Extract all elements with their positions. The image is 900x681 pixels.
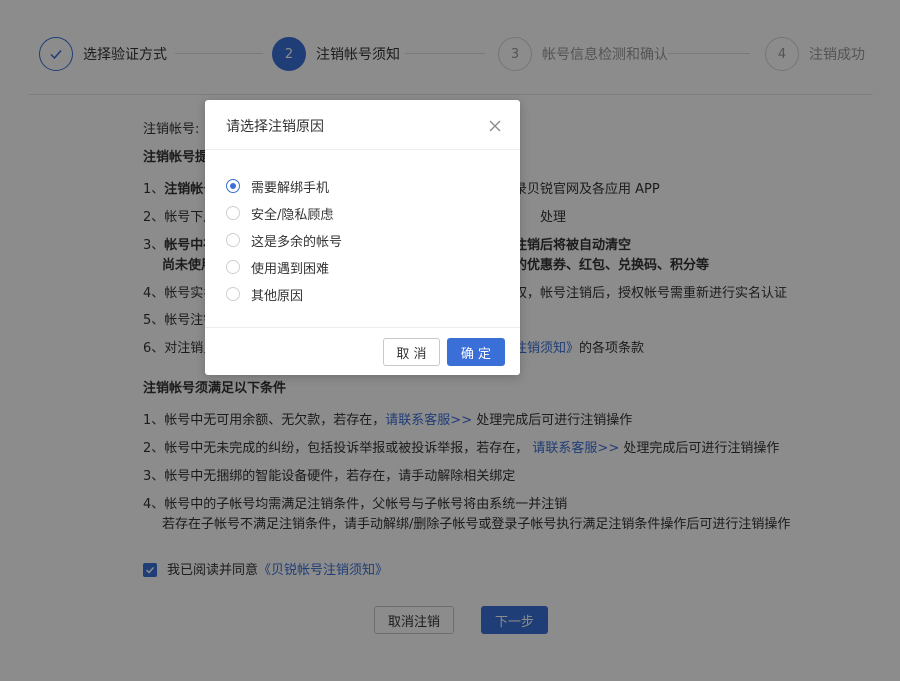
reason-option[interactable]: 需要解绑手机 [226, 177, 330, 196]
reason-option[interactable]: 其他原因 [226, 285, 304, 304]
radio-icon[interactable] [226, 260, 240, 274]
modal-footer-divider [205, 327, 520, 328]
modal-confirm-button[interactable]: 确 定 [447, 338, 505, 366]
reason-option-label: 使用遇到困难 [251, 261, 330, 277]
reason-option-label: 这是多余的帐号 [251, 234, 343, 250]
reason-option[interactable]: 安全/隐私顾虑 [226, 204, 334, 223]
modal-cancel-button[interactable]: 取 消 [383, 338, 440, 366]
radio-icon[interactable] [226, 206, 240, 220]
modal-header-divider [205, 149, 520, 150]
account-deactivation-page: 选择验证方式 2 注销帐号须知 3 帐号信息检测和确认 4 注销成功 注销帐号:… [0, 0, 900, 681]
reason-option[interactable]: 这是多余的帐号 [226, 231, 343, 250]
radio-icon[interactable] [226, 233, 240, 247]
reason-option-label: 其他原因 [251, 288, 304, 304]
reason-option-label: 需要解绑手机 [251, 180, 330, 196]
reason-option-label: 安全/隐私顾虑 [251, 207, 334, 223]
radio-selected-icon[interactable] [226, 179, 240, 193]
reason-modal: 请选择注销原因 需要解绑手机 安全/隐私顾虑 这是多余的帐号 使用遇到困难 其他… [205, 100, 520, 375]
reason-option[interactable]: 使用遇到困难 [226, 258, 330, 277]
modal-title: 请选择注销原因 [226, 119, 324, 135]
radio-icon[interactable] [226, 287, 240, 301]
close-icon[interactable] [488, 118, 502, 132]
